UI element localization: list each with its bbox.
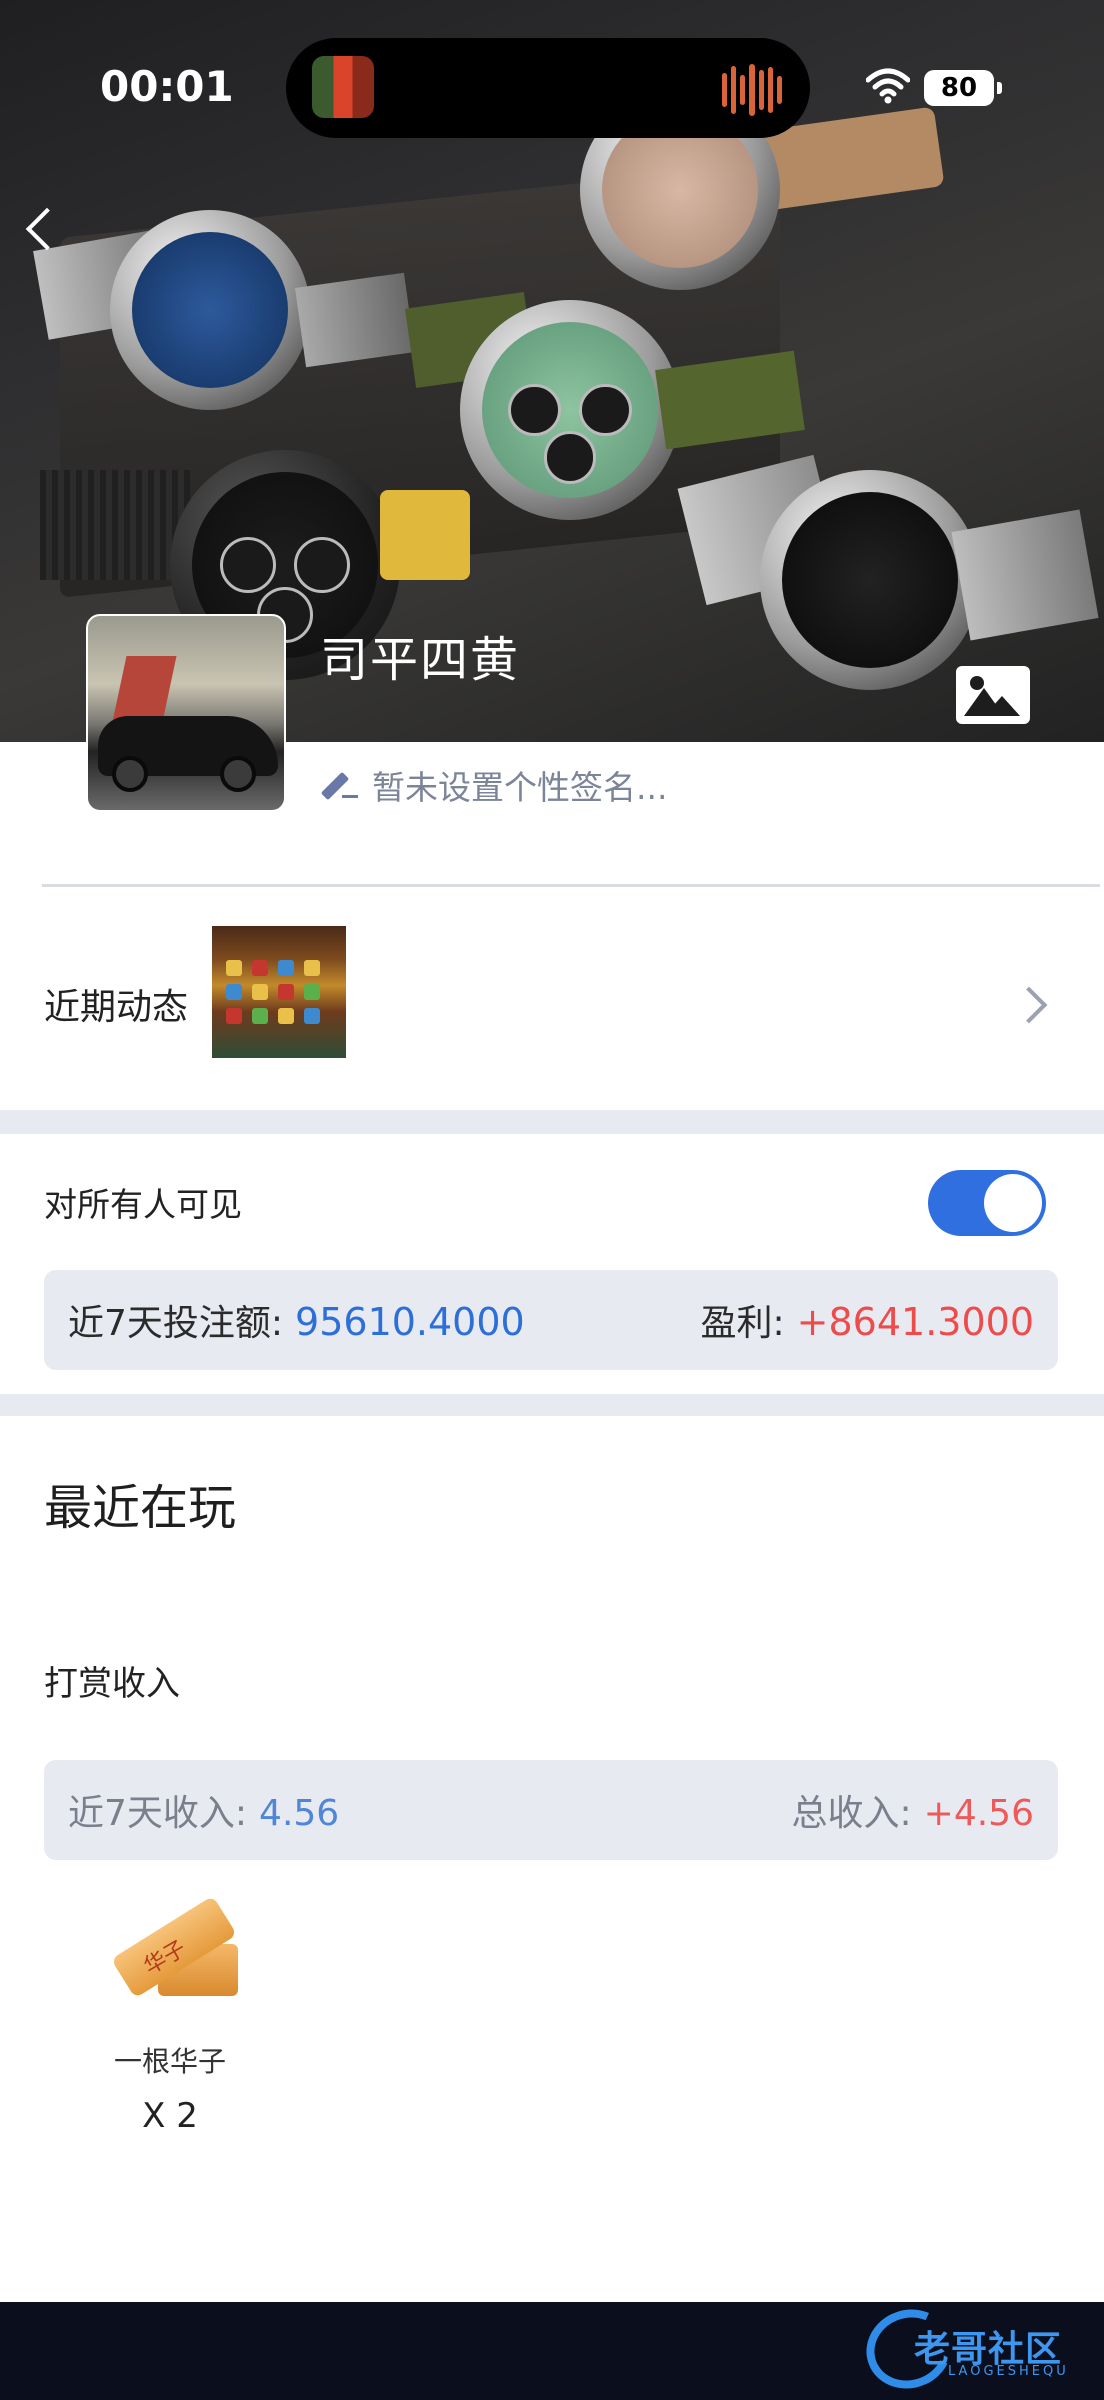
audio-waveform-icon	[722, 62, 782, 118]
username: 司平四黄	[320, 632, 521, 688]
watch-strap	[294, 272, 416, 368]
section-separator	[0, 1394, 1104, 1416]
site-logo: 老哥社区 LAOGESHEQU	[855, 2297, 1096, 2400]
gift-count: X 2	[142, 2096, 198, 2136]
gift-image[interactable]: 华子	[104, 1884, 240, 2004]
tip-income-box: 近7天收入: 4.56 总收入: +4.56	[44, 1760, 1058, 1860]
watch-strap	[40, 470, 190, 580]
signature-text: 暂未设置个性签名...	[372, 768, 668, 807]
visibility-label: 对所有人可见	[44, 1185, 242, 1224]
edit-signature[interactable]: 暂未设置个性签名...	[322, 760, 667, 810]
visibility-toggle[interactable]	[928, 1170, 1046, 1236]
wifi-icon	[866, 68, 910, 104]
change-cover-image-icon[interactable]	[956, 666, 1030, 724]
weekly-income-value: 4.56	[259, 1793, 340, 1834]
bet-amount-label: 近7天投注额:	[68, 1303, 284, 1344]
total-income-value: +4.56	[923, 1793, 1034, 1834]
battery-icon: 80	[924, 70, 1002, 106]
watch-image	[760, 470, 980, 690]
total-income-label: 总收入:	[791, 1793, 912, 1834]
status-time: 00:01	[100, 62, 234, 111]
toggle-knob	[984, 1174, 1042, 1232]
recent-activity-row[interactable]: 近期动态	[0, 888, 1104, 1110]
bet-amount-value: 95610.4000	[295, 1300, 525, 1344]
watch-image	[460, 300, 680, 520]
profit-label: 盈利:	[700, 1303, 785, 1344]
recent-activity-label: 近期动态	[44, 987, 189, 1028]
gift-name: 一根华子	[113, 2045, 226, 2078]
chevron-right-icon	[1016, 984, 1046, 1024]
bet-stats-box: 近7天投注额: 95610.4000 盈利: +8641.3000	[44, 1270, 1058, 1370]
watch-strap	[380, 490, 470, 580]
divider	[42, 884, 1100, 887]
section-separator	[0, 1110, 1104, 1134]
profit-value: +8641.3000	[796, 1300, 1034, 1344]
weekly-income-label: 近7天收入:	[68, 1793, 248, 1834]
pencil-icon	[322, 767, 358, 803]
tip-income-title: 打赏收入	[44, 1664, 180, 1704]
avatar[interactable]	[86, 614, 286, 812]
back-arrow-icon[interactable]	[22, 200, 62, 260]
recently-playing-title: 最近在玩	[44, 1480, 237, 1536]
recent-activity-thumbnail	[212, 926, 346, 1058]
logo-subtext: LAOGESHEQU	[948, 2364, 1069, 2379]
now-playing-thumbnail	[312, 56, 374, 118]
watch-strap	[951, 509, 1099, 641]
watch-image	[110, 210, 310, 410]
